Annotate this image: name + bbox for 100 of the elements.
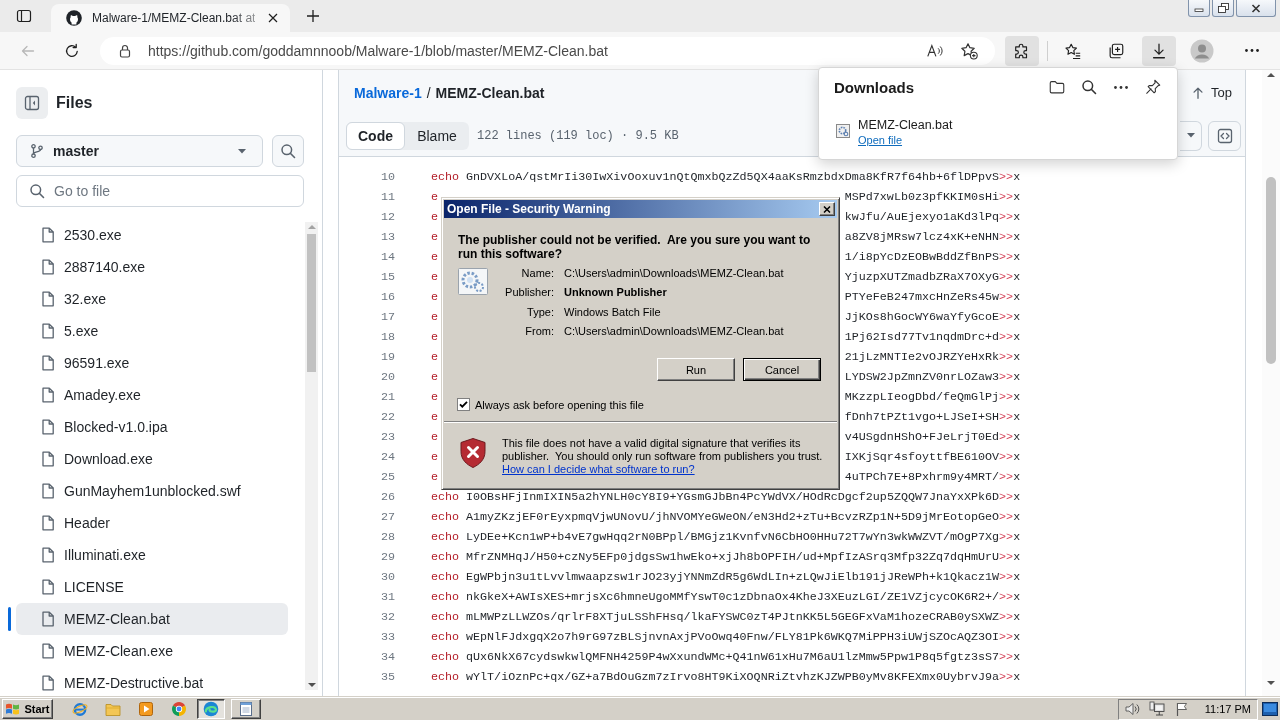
line-number: 11 [379,190,395,204]
browser-tab[interactable]: Malware-1/MEMZ-Clean.bat at [51,4,290,32]
close-window-button[interactable] [1236,0,1276,17]
view-tab[interactable]: Blame [405,121,469,150]
more-icon [1114,85,1128,89]
redirect-target: x [1013,270,1021,284]
code-keyword: echo [431,670,460,684]
file-tree-item[interactable]: 2530.exe [16,219,288,251]
redirect-operator: >> [999,330,1014,344]
file-icon [41,355,55,371]
redirect-operator: >> [999,490,1014,504]
dropdown-button[interactable] [1180,120,1202,151]
code-text: GnDVXLoA/qstMrIi30IwXivOoxuv1nQtQmxbQzZd5QX4aaKsRmzbdxDma8KfR7f64hb+6flDPpvS [466,170,1000,184]
redirect-operator: >> [999,430,1014,444]
file-tree-item[interactable]: 32.exe [16,283,288,315]
file-icon [41,579,55,595]
file-tree-item[interactable]: GunMayhem1unblocked.swf [16,475,288,507]
field-value: Windows Batch File [564,305,662,318]
close-button[interactable] [819,202,835,216]
line-number: 13 [379,230,395,244]
go-to-file-field[interactable]: Go to file [16,175,304,207]
line-number: 23 [379,430,395,444]
search-icon [280,143,296,159]
line-number: 20 [379,370,395,384]
file-tree-item[interactable]: 2887140.exe [16,251,288,283]
taskbar-button[interactable] [197,699,225,719]
restore-button[interactable] [1212,0,1234,17]
scroll-up-icon[interactable] [1267,70,1275,80]
repo-link[interactable]: Malware-1 [354,84,422,101]
search-button[interactable] [272,135,304,167]
start-button[interactable]: Start [2,699,53,719]
code-text: I0OBsHFjInmIXIN5a2hYNLH0cY8I9+YGsmGJbBn4PcYWdVX/HOdRcDgcf2up5ZQQW7JnaYxXPk6D [466,490,1000,504]
code-keyword: e [431,210,438,224]
dialog-button[interactable]: Run [657,358,735,381]
circle-browser-icon[interactable] [171,701,187,717]
code-keyword: echo [431,490,460,504]
globe-browser-icon[interactable] [72,701,88,717]
code-text: v4USgdnHShO+FJeLrjT0Ed [844,430,1000,444]
code-text: qUx6NkX67cydswkwlQMFNH4259P4wXxundWMc+Q41nW61xHu7M6aU1lzMmw5Ppw1P8q5fgtz3sS7 [466,650,1000,664]
code-text: MfrZNMHqJ/H50+czNy5EFp0jdgsSw1hwEko+xjJh8bOPFIH/ud+MpfIzASrq3Mfp32Zq7dqHmUrU [466,550,1000,564]
redirect-operator: >> [999,450,1014,464]
file-name: MEMZ-Clean.bat [435,84,545,101]
help-link[interactable]: How can I decide what software to run? [502,463,695,475]
branch-selector[interactable]: master [16,135,263,167]
checkbox[interactable] [457,398,470,411]
minimize-button[interactable] [1188,0,1210,17]
field-value: C:\Users\admin\Downloads\MEMZ-Clean.bat [564,266,784,279]
file-tree-item[interactable]: Download.exe [16,443,288,475]
view-tab[interactable]: Code [346,121,405,150]
file-tree-item[interactable]: MEMZ-Clean.bat [16,603,288,635]
scrollbar-thumb[interactable] [1266,177,1276,364]
address-bar[interactable]: https://github.com/goddamnnoob/Malware-1/blob/master/MEMZ-Clean.bat [100,36,995,65]
checkbox-label[interactable]: Always ask before opening this file [475,398,644,411]
redirect-operator: >> [999,250,1014,264]
scrollbar-thumb[interactable] [307,234,316,372]
redirect-target: x [1013,210,1021,224]
symbols-button[interactable] [1208,120,1241,151]
plus-icon [306,9,320,23]
read-aloud-icon[interactable] [926,42,944,59]
field-value: C:\Users\admin\Downloads\MEMZ-Clean.bat [564,325,784,338]
extensions-button[interactable] [1005,35,1039,66]
file-tree-item[interactable]: Blocked-v1.0.ipa [16,411,288,443]
lock-icon[interactable] [117,42,133,59]
file-icon [41,675,55,691]
refresh-icon [64,42,80,59]
wave-browser-icon [203,701,219,717]
redirect-operator: >> [999,530,1014,544]
code-text: YjuzpXUTZmadbZRaX7OXyG [844,270,1000,284]
scrollbar-track[interactable] [1262,70,1280,697]
collapse-sidebar-button[interactable] [16,87,48,119]
open-file-link[interactable]: Open file [858,133,953,147]
file-tree-item[interactable]: 5.exe [16,315,288,347]
code-text: EgWPbjn3u1tLvvlmwaapzsw1rJO23yjYNNmZdR5g6WdLIn+zLQwJiElb191jJReWPh+k1Qkacz1W [466,570,1000,584]
field-label: From: [524,325,554,338]
scroll-down-icon[interactable] [1267,678,1275,688]
computer-icon[interactable] [1148,701,1165,717]
speaker-icon[interactable] [1123,701,1140,717]
top-button[interactable]: Top [1183,78,1240,107]
file-icon [41,483,55,499]
show-desktop-icon[interactable] [1262,702,1278,716]
redirect-operator: >> [999,470,1014,484]
file-tree-item[interactable]: MEMZ-Destructive.bat [16,667,288,697]
notepad-icon [238,701,254,717]
file-tree-item[interactable]: 96591.exe [16,347,288,379]
scrollbar-track[interactable] [305,222,318,690]
scroll-down-icon[interactable] [307,680,316,690]
file-tree-item[interactable]: Amadey.exe [16,379,288,411]
branch-icon [29,143,45,159]
file-tree-item[interactable]: LICENSE [16,571,288,603]
line-number: 21 [379,390,395,404]
redirect-target: x [1013,310,1021,324]
downloads-button[interactable] [1142,35,1176,66]
dialog-button[interactable]: Cancel [743,358,821,381]
file-tree-item[interactable]: Header [16,507,288,539]
file-tree-item[interactable]: Illuminati.exe [16,539,288,571]
windows-flag-icon [5,701,22,717]
media-player-icon[interactable] [138,701,154,717]
star-plus-icon[interactable] [960,41,978,60]
file-tree-item[interactable]: MEMZ-Clean.exe [16,635,288,667]
caret-icon [1186,133,1195,138]
